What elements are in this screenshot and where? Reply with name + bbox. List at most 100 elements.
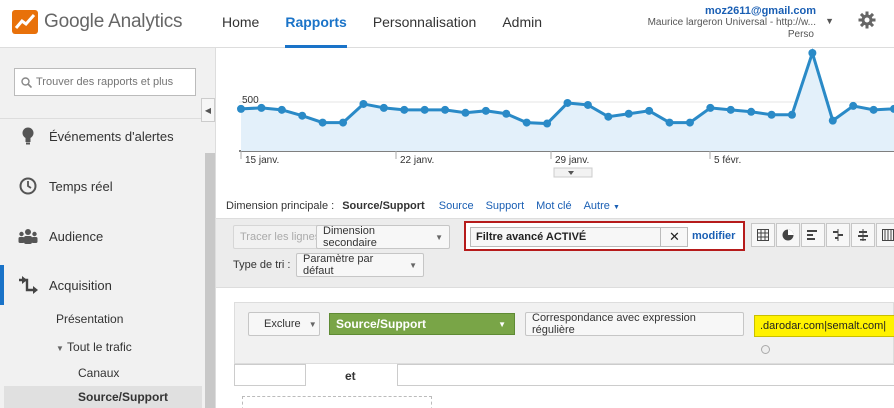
sort-type-label: Type de tri : xyxy=(233,259,291,271)
plot-rows-button[interactable]: Tracer les lignes xyxy=(233,225,328,249)
and-condition-row: et xyxy=(234,364,894,408)
y-tick-label: 500 xyxy=(242,95,259,106)
triangle-down-icon: ▼ xyxy=(56,344,64,353)
account-name: Maurice largeron Universal - http://w... xyxy=(647,17,816,28)
nav-admin[interactable]: Admin xyxy=(502,0,542,48)
secondary-dimension-label: Dimension secondaire xyxy=(323,225,377,249)
and-left-field[interactable] xyxy=(234,364,306,386)
add-condition-dropzone[interactable] xyxy=(242,396,432,408)
sidebar-item-label: Audience xyxy=(49,228,104,244)
data-point xyxy=(665,118,674,127)
comparison-view-icon[interactable] xyxy=(826,223,850,247)
data-point xyxy=(237,104,245,113)
data-point xyxy=(828,116,837,125)
and-right-field[interactable] xyxy=(397,364,894,386)
dimension-label: Dimension principale : xyxy=(226,200,335,212)
sidebar-sub-label: Tout le trafic xyxy=(67,340,132,354)
analytics-logo-icon xyxy=(12,10,38,34)
data-point xyxy=(767,110,776,119)
data-point xyxy=(747,107,756,116)
filter-status-field[interactable]: Filtre avancé ACTIVÉ xyxy=(470,227,688,247)
chevron-down-icon: ▼ xyxy=(435,232,443,242)
performance-view-icon[interactable] xyxy=(801,223,825,247)
data-point xyxy=(604,112,613,121)
data-point xyxy=(420,105,429,114)
and-label: et xyxy=(345,369,356,383)
exclude-dropdown[interactable]: Exclure ▼ xyxy=(248,312,320,336)
sidebar-item-label: Événements d'alertes xyxy=(49,128,174,144)
sidebar-item-alertes[interactable]: Événements d'alertes xyxy=(0,116,204,156)
account-selector[interactable]: moz2611@gmail.com Maurice largeron Unive… xyxy=(648,5,816,41)
table-view-icon[interactable] xyxy=(751,223,775,247)
data-point xyxy=(706,103,715,112)
collapse-sidebar-button[interactable]: ◀ xyxy=(201,98,215,122)
filter-radio[interactable] xyxy=(761,345,770,354)
acquisition-arrows-icon xyxy=(18,275,38,295)
primary-dimension-row: Dimension principale : Source/Support So… xyxy=(226,200,632,212)
filter-dimension-dropdown[interactable]: Source/Support ▼ xyxy=(329,313,515,335)
sort-type-value: Paramètre par défaut xyxy=(303,253,374,277)
dimension-other-link[interactable]: Autre ▼ xyxy=(584,200,620,212)
match-type-dropdown[interactable]: Correspondance avec expression régulière xyxy=(525,312,744,336)
sidebar-sub-source-support[interactable]: Source/Support xyxy=(4,386,202,408)
data-point xyxy=(685,118,694,127)
term-cloud-view-icon[interactable] xyxy=(851,223,875,247)
dimension-other-label: Autre xyxy=(583,200,610,212)
sidebar-sub-presentation[interactable]: Présentation xyxy=(56,312,123,326)
search-input[interactable] xyxy=(36,76,186,88)
report-search[interactable] xyxy=(14,68,196,96)
dimension-support-link[interactable]: Support xyxy=(486,200,525,212)
x-tick-label: 22 janv. xyxy=(400,155,434,166)
sidebar-item-audience[interactable]: Audience xyxy=(0,216,204,256)
data-point xyxy=(359,99,368,108)
dimension-source-link[interactable]: Source xyxy=(439,200,474,212)
app-title: Google Analytics xyxy=(44,11,183,32)
pivot-view-icon[interactable] xyxy=(876,223,894,247)
filter-modify-link[interactable]: modifier xyxy=(692,230,735,242)
chevron-down-icon: ▼ xyxy=(612,204,620,211)
pie-view-icon[interactable] xyxy=(776,223,800,247)
sidebar-item-label: Temps réel xyxy=(49,178,113,194)
data-point xyxy=(400,105,409,114)
advanced-filter-box: Filtre avancé ACTIVÉ ✕ modifier xyxy=(464,221,745,251)
nav-personnalisation[interactable]: Personnalisation xyxy=(373,0,477,48)
data-point xyxy=(849,101,858,110)
ga-logo[interactable]: Google Analytics xyxy=(12,10,183,34)
nav-home[interactable]: Home xyxy=(222,0,259,48)
data-point xyxy=(339,118,348,127)
chart-resize-handle xyxy=(553,167,593,178)
sidebar: Événements d'alertes Temps réel Audience… xyxy=(0,48,216,408)
data-point xyxy=(869,105,878,114)
data-point xyxy=(787,110,796,119)
chevron-down-icon: ▼ xyxy=(308,319,317,329)
data-point xyxy=(808,49,817,57)
data-point xyxy=(441,105,450,114)
account-caret-icon[interactable]: ▼ xyxy=(825,16,834,26)
data-point xyxy=(726,105,735,114)
sidebar-sub-tout-le-trafic[interactable]: ▼ Tout le trafic xyxy=(56,340,132,354)
secondary-dimension-dropdown[interactable]: Dimension secondaire ▼ xyxy=(316,225,450,249)
x-tick-label: 5 févr. xyxy=(714,155,741,166)
x-tick-label: 29 janv. xyxy=(555,155,589,166)
gear-icon[interactable] xyxy=(858,11,876,29)
dimension-keyword-link[interactable]: Mot clé xyxy=(536,200,571,212)
data-point xyxy=(298,111,307,120)
close-icon[interactable]: ✕ xyxy=(660,227,688,247)
dimension-current: Source/Support xyxy=(342,200,425,212)
sidebar-item-acquisition[interactable]: Acquisition xyxy=(0,265,204,305)
regex-expression-input[interactable] xyxy=(754,315,894,337)
advanced-filter-panel: Exclure ▼ Source/Support ▼ Correspondanc… xyxy=(234,302,894,364)
sidebar-scrollbar[interactable] xyxy=(205,153,215,408)
nav-rapports[interactable]: Rapports xyxy=(285,0,347,48)
data-point xyxy=(522,118,531,127)
sidebar-item-temps-reel[interactable]: Temps réel xyxy=(0,166,204,206)
sort-type-dropdown[interactable]: Paramètre par défaut ▼ xyxy=(296,253,424,277)
top-nav: Home Rapports Personnalisation Admin xyxy=(222,0,568,48)
view-toggle-group xyxy=(751,223,894,247)
search-icon xyxy=(21,76,32,88)
chevron-down-icon: ▼ xyxy=(409,260,417,270)
data-point xyxy=(277,105,286,114)
sidebar-sub-canaux[interactable]: Canaux xyxy=(78,366,119,380)
data-point xyxy=(543,119,552,128)
lightbulb-icon xyxy=(18,126,38,146)
